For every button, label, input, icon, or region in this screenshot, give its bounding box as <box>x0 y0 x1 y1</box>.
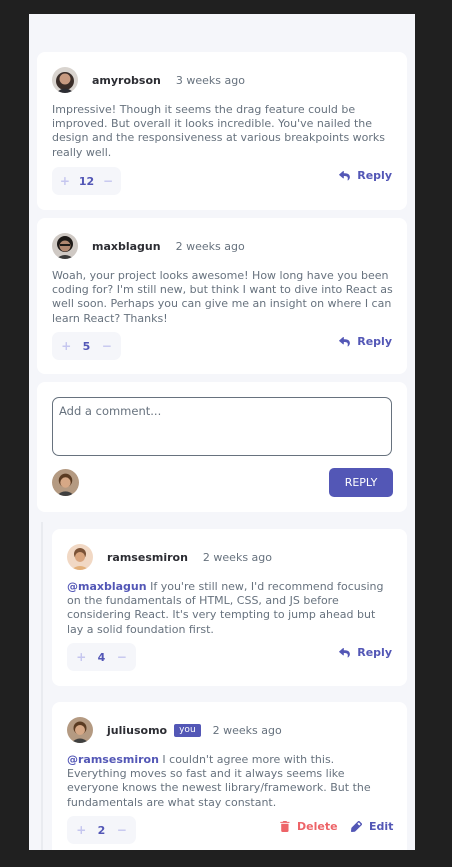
downvote-button[interactable]: − <box>114 650 130 664</box>
comment-content: Impressive! Though it seems the drag fea… <box>52 103 386 159</box>
vote-counter: + 12 − <box>52 167 121 195</box>
upvote-button[interactable]: + <box>73 650 89 664</box>
comment-content: @maxblagun If you're still new, I'd reco… <box>67 580 393 637</box>
comment-date: 2 weeks ago <box>202 550 272 564</box>
comment-header: maxblagun 2 weeks ago <box>52 233 245 259</box>
reply-label: Reply <box>357 335 392 348</box>
avatar[interactable] <box>67 717 93 743</box>
username[interactable]: ramsesmiron <box>107 551 188 564</box>
comment-card: amyrobson 3 weeks ago Impressive! Though… <box>37 52 407 210</box>
comment-content: @ramsesmiron I couldn't agree more with … <box>67 753 393 810</box>
avatar[interactable] <box>52 67 78 93</box>
reply-icon <box>339 647 351 657</box>
comment-header: ramsesmiron 2 weeks ago <box>67 544 272 570</box>
comment-date: 2 weeks ago <box>175 239 245 253</box>
username[interactable]: maxblagun <box>92 240 161 253</box>
score-value: 4 <box>97 650 106 664</box>
comment-header: amyrobson 3 weeks ago <box>52 67 245 93</box>
comment-input[interactable] <box>52 397 392 456</box>
edit-button[interactable]: Edit <box>351 820 393 833</box>
comments-app: amyrobson 3 weeks ago Impressive! Though… <box>29 14 415 850</box>
edit-label: Edit <box>369 820 394 833</box>
comment-content: Woah, your project looks awesome! How lo… <box>52 269 393 325</box>
vote-counter: + 2 − <box>67 816 136 844</box>
downvote-button[interactable]: − <box>114 823 130 837</box>
current-user-avatar <box>52 469 79 496</box>
avatar[interactable] <box>67 544 93 570</box>
pencil-icon <box>351 821 362 832</box>
downvote-button[interactable]: − <box>100 174 116 188</box>
mention[interactable]: @ramsesmiron <box>67 753 159 766</box>
score-value: 2 <box>97 823 106 837</box>
thread-line <box>41 522 43 850</box>
comment-card: maxblagun 2 weeks ago Woah, your project… <box>37 218 407 374</box>
reply-label: Reply <box>357 646 392 659</box>
score-value: 5 <box>82 339 91 353</box>
avatar[interactable] <box>52 233 78 259</box>
upvote-button[interactable]: + <box>57 174 73 188</box>
comment-date: 2 weeks ago <box>212 723 282 737</box>
comment-date: 3 weeks ago <box>175 73 245 87</box>
score-value: 12 <box>78 174 95 188</box>
vote-counter: + 4 − <box>67 643 136 671</box>
trash-icon <box>280 821 290 832</box>
username[interactable]: amyrobson <box>92 74 161 87</box>
reply-icon <box>339 170 351 180</box>
username[interactable]: juliusomo <box>107 724 167 737</box>
upvote-button[interactable]: + <box>73 823 89 837</box>
reply-button[interactable]: Reply <box>339 169 392 182</box>
reply-button[interactable]: Reply <box>339 646 392 659</box>
downvote-button[interactable]: − <box>99 339 115 353</box>
vote-counter: + 5 − <box>52 332 121 360</box>
reply-icon <box>339 336 351 346</box>
mention[interactable]: @maxblagun <box>67 580 147 593</box>
submit-reply-button[interactable]: REPLY <box>329 468 393 497</box>
comment-header: juliusomo you 2 weeks ago <box>67 717 282 743</box>
reply-card: juliusomo you 2 weeks ago @ramsesmiron I… <box>52 702 407 850</box>
you-badge: you <box>174 723 201 737</box>
delete-label: Delete <box>297 820 338 833</box>
reply-button[interactable]: Reply <box>339 335 392 348</box>
delete-button[interactable]: Delete <box>280 820 338 833</box>
upvote-button[interactable]: + <box>58 339 74 353</box>
reply-label: Reply <box>357 169 392 182</box>
reply-form: REPLY <box>37 382 407 512</box>
reply-card: ramsesmiron 2 weeks ago @maxblagun If yo… <box>52 529 407 686</box>
